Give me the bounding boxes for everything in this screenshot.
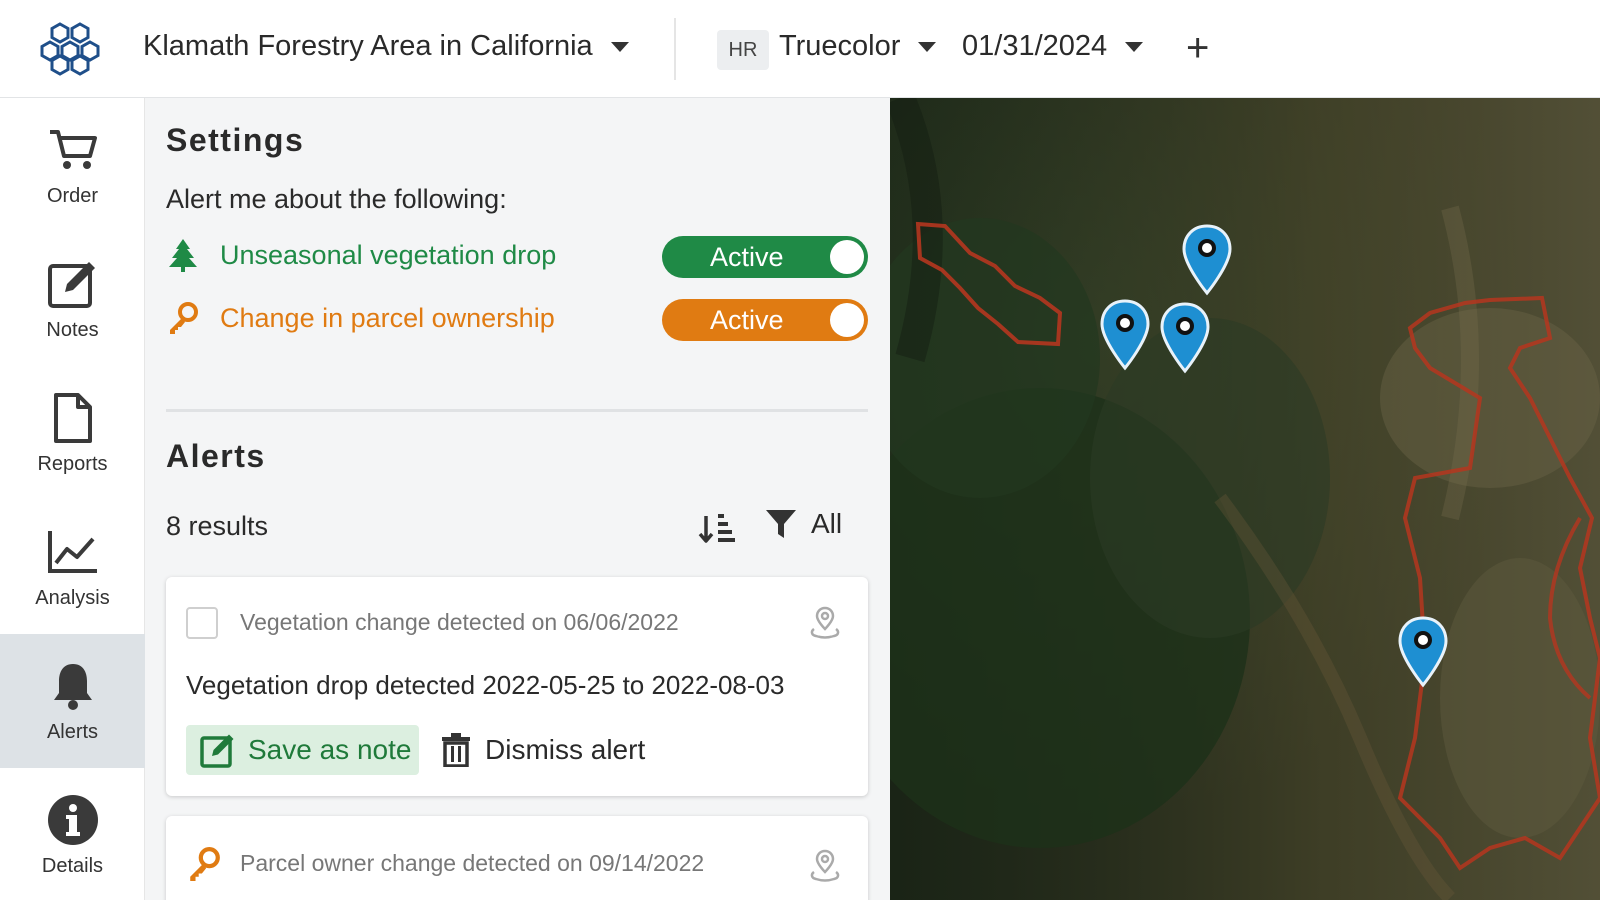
alert-card: Parcel owner change detected on 09/14/20… (166, 816, 868, 900)
alerts-heading: Alerts (166, 438, 266, 474)
alert-marker[interactable] (1158, 301, 1212, 375)
bell-icon (46, 659, 100, 713)
nav-item-analysis[interactable]: Analysis (0, 500, 145, 634)
alert-checkbox[interactable] (186, 607, 218, 639)
rule-label: Change in parcel ownership (220, 302, 555, 333)
nav-label: Reports (37, 452, 108, 475)
toggle-status: Active (710, 305, 784, 335)
trash-icon (442, 733, 470, 767)
sort-button[interactable] (698, 508, 736, 546)
rule-label: Unseasonal vegetation drop (220, 239, 557, 270)
settings-heading: Settings (166, 122, 305, 158)
save-as-note-button[interactable]: Save as note (186, 725, 419, 775)
nav-label: Notes (46, 318, 99, 341)
edit-note-icon (200, 734, 234, 768)
nav-label: Details (41, 854, 104, 877)
section-divider (166, 409, 868, 412)
key-icon (166, 301, 200, 335)
aoi-selector[interactable]: Klamath Forestry Area in California (143, 30, 629, 63)
save-label: Save as note (248, 734, 412, 765)
toggle-knob (830, 303, 864, 337)
resolution-badge: HR (717, 30, 769, 70)
top-bar: Klamath Forestry Area in California HR T… (0, 0, 1600, 98)
date-value: 01/31/2024 (962, 30, 1108, 62)
ownership-alert-toggle[interactable]: Active (662, 299, 868, 341)
map-marker-icon (1398, 616, 1448, 688)
layer-selector[interactable]: Truecolor (779, 30, 937, 63)
nav-label: Order (46, 184, 99, 207)
map-marker-icon (1160, 302, 1210, 374)
chevron-down-icon (610, 41, 629, 52)
map-pin-icon (810, 849, 840, 882)
rule-vegetation-drop: Unseasonal vegetation drop (166, 235, 556, 275)
rule-parcel-ownership: Change in parcel ownership (166, 298, 555, 338)
filter-label: All (811, 508, 843, 539)
key-icon (186, 846, 222, 882)
info-icon (46, 793, 100, 847)
toggle-knob (830, 240, 864, 274)
dismiss-label: Dismiss alert (485, 734, 646, 765)
chevron-down-icon (918, 41, 937, 52)
left-navigation: Order Notes Reports Analysis Alerts Deta… (0, 98, 145, 900)
nav-item-details[interactable]: Details (0, 768, 145, 900)
divider (674, 18, 676, 80)
nav-label: Analysis (35, 586, 110, 609)
results-count: 8 results (166, 511, 269, 541)
alert-marker[interactable] (1396, 615, 1450, 689)
alert-title: Vegetation change detected on 06/06/2022 (240, 609, 679, 635)
map-pin-icon (810, 606, 840, 639)
dismiss-alert-button[interactable]: Dismiss alert (441, 725, 645, 775)
settings-subtitle: Alert me about the following: (166, 184, 507, 214)
layer-name: Truecolor (779, 30, 901, 62)
filter-button[interactable]: All (765, 508, 842, 540)
alert-description: Vegetation drop detected 2022-05-25 to 2… (186, 670, 785, 700)
alert-marker[interactable] (1180, 223, 1234, 297)
tree-icon (166, 238, 200, 272)
nav-item-order[interactable]: Order (0, 98, 145, 232)
filter-icon (766, 510, 796, 538)
map-marker-icon (1100, 299, 1150, 371)
hexagon-logo-icon[interactable] (36, 20, 104, 76)
map-marker-icon (1182, 224, 1232, 296)
cart-icon (46, 123, 100, 177)
alert-card: Vegetation change detected on 06/06/2022… (166, 577, 868, 796)
satellite-imagery (890, 98, 1600, 900)
document-icon (46, 391, 100, 445)
aoi-name: Klamath Forestry Area in California (143, 30, 593, 62)
locate-on-map-button[interactable] (808, 848, 842, 882)
alerts-panel: Settings Alert me about the following: U… (145, 98, 890, 900)
edit-note-icon (46, 257, 100, 311)
toggle-status: Active (710, 242, 784, 272)
chart-line-icon (46, 525, 100, 579)
nav-item-alerts[interactable]: Alerts (0, 634, 145, 768)
nav-item-reports[interactable]: Reports (0, 366, 145, 500)
satellite-map[interactable] (890, 98, 1600, 900)
sort-descending-icon (698, 514, 735, 543)
nav-item-notes[interactable]: Notes (0, 232, 145, 366)
nav-label: Alerts (46, 720, 99, 743)
alert-marker[interactable] (1098, 298, 1152, 372)
locate-on-map-button[interactable] (808, 605, 842, 639)
vegetation-alert-toggle[interactable]: Active (662, 236, 868, 278)
add-icon[interactable]: + (1186, 26, 1209, 70)
date-selector[interactable]: 01/31/2024 (962, 30, 1144, 63)
alert-title: Parcel owner change detected on 09/14/20… (240, 850, 705, 876)
chevron-down-icon (1125, 41, 1144, 52)
